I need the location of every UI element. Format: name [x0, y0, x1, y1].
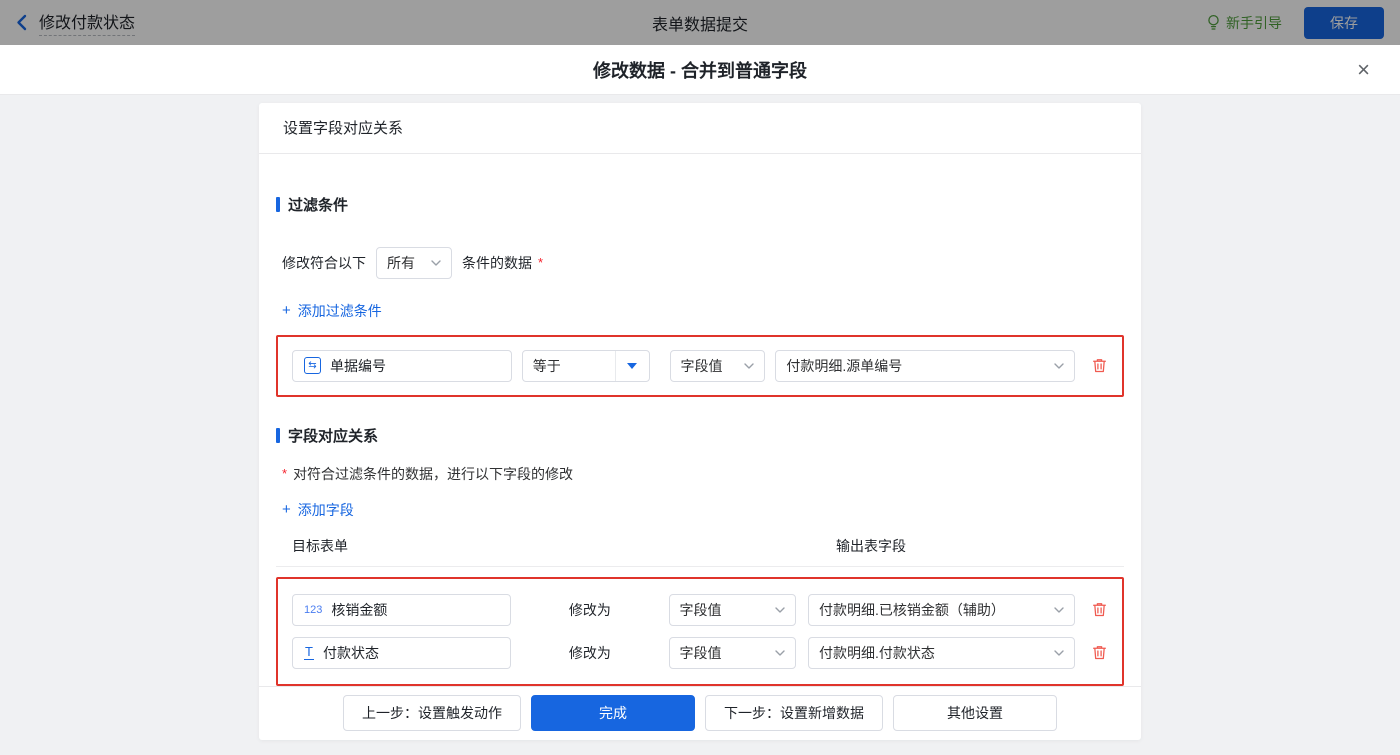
delete-mapping-button[interactable] [1091, 644, 1108, 661]
chevron-down-icon [744, 362, 755, 369]
mapping-column-headers: 目标表单 输出表字段 [276, 536, 1124, 567]
target-field-input[interactable]: 123 核销金额 [292, 593, 512, 626]
delete-condition-button[interactable] [1091, 357, 1108, 374]
filter-condition-highlight-box: ⇆ 单据编号 等于 字段值 付款明细.源单编号 [276, 334, 1124, 397]
value-type-select[interactable]: 字段值 [668, 593, 797, 626]
delete-mapping-button[interactable] [1091, 601, 1108, 618]
value-field-select[interactable]: 付款明细.源单编号 [775, 349, 1075, 382]
mapping-hint: * 对符合过滤条件的数据，进行以下字段的修改 [282, 465, 574, 482]
lightbulb-icon [1206, 14, 1221, 31]
card-footer: 上一步：设置触发动作 完成 下一步：设置新增数据 其他设置 [259, 685, 1141, 740]
mapping-section-title: 字段对应关系 [276, 425, 1124, 446]
save-button[interactable]: 保存 [1304, 6, 1384, 39]
output-field-select[interactable]: 付款明细.已核销金额（辅助） [808, 593, 1075, 626]
required-asterisk: * [538, 255, 544, 271]
settings-card: 设置字段对应关系 过滤条件 修改符合以下 所有 条件的数据 * + 添加过滤条件… [259, 103, 1141, 740]
card-header-title: 设置字段对应关系 [259, 103, 1141, 154]
value-type-select[interactable]: 字段值 [669, 349, 766, 382]
page-title: 表单数据提交 [651, 16, 748, 34]
add-filter-condition-link[interactable]: + 添加过滤条件 [276, 301, 382, 321]
number-field-icon: 123 [304, 603, 323, 616]
filter-match-line: 修改符合以下 所有 条件的数据 * [276, 246, 1124, 279]
filter-field-input[interactable]: ⇆ 单据编号 [292, 349, 512, 382]
modal-body: 设置字段对应关系 过滤条件 修改符合以下 所有 条件的数据 * + 添加过滤条件… [0, 95, 1400, 755]
target-field-input[interactable]: T 付款状态 [292, 636, 512, 669]
beginner-guide-link[interactable]: 新手引导 [1206, 13, 1282, 33]
modal-header: 修改数据 - 合并到普通字段 × [0, 45, 1400, 95]
field-mapping-highlight-box: 123 核销金额 修改为 字段值 付款明细.已核销金额（辅助） T 付款状态 修… [276, 576, 1124, 686]
required-asterisk: * [282, 466, 288, 482]
mapping-row: 123 核销金额 修改为 字段值 付款明细.已核销金额（辅助） [292, 593, 1108, 626]
modify-to-label: 修改为 [568, 644, 611, 661]
chevron-down-icon [431, 259, 441, 266]
section-accent-bar [276, 196, 280, 212]
match-mode-select[interactable]: 所有 [376, 246, 452, 279]
triangle-down-icon [627, 362, 638, 369]
mapping-row: T 付款状态 修改为 字段值 付款明细.付款状态 [292, 636, 1108, 669]
value-type-select[interactable]: 字段值 [668, 636, 797, 669]
add-field-link[interactable]: + 添加字段 [276, 500, 354, 520]
workflow-title: 修改付款状态 [39, 9, 136, 36]
chevron-down-icon [775, 606, 785, 613]
app-root: 修改付款状态 表单数据提交 新手引导 保存 修改数据 - 合并到普通字段 × 设… [0, 0, 1400, 755]
chevron-down-icon [1054, 606, 1064, 613]
done-button[interactable]: 完成 [531, 695, 695, 732]
next-step-button[interactable]: 下一步：设置新增数据 [705, 695, 883, 732]
chevron-down-icon [1054, 649, 1064, 656]
back-button[interactable] [16, 14, 27, 31]
back-chevron-icon [16, 14, 27, 31]
plus-icon: + [282, 501, 291, 519]
modal-title: 修改数据 - 合并到普通字段 [593, 60, 807, 81]
chevron-down-icon [775, 649, 785, 656]
other-settings-button[interactable]: 其他设置 [893, 695, 1057, 732]
modify-to-label: 修改为 [568, 601, 611, 618]
column-target-form: 目标表单 [292, 537, 348, 554]
topbar: 修改付款状态 表单数据提交 新手引导 保存 [0, 0, 1400, 45]
column-output-field: 输出表字段 [836, 537, 906, 554]
chevron-down-icon [1054, 362, 1064, 369]
section-accent-bar [276, 427, 280, 443]
output-field-select[interactable]: 付款明细.付款状态 [808, 636, 1075, 669]
prev-step-button[interactable]: 上一步：设置触发动作 [343, 695, 521, 732]
text-field-icon: T [304, 643, 314, 661]
filter-section-title: 过滤条件 [276, 194, 1124, 215]
filter-match-suffix: 条件的数据 [462, 254, 532, 271]
plus-icon: + [282, 302, 291, 320]
serial-number-field-icon: ⇆ [304, 357, 321, 375]
beginner-guide-label: 新手引导 [1226, 14, 1282, 31]
operator-caret-button[interactable] [614, 350, 649, 381]
filter-match-prefix: 修改符合以下 [282, 254, 366, 271]
close-icon[interactable]: × [1357, 58, 1370, 81]
operator-select[interactable]: 等于 [521, 349, 650, 382]
